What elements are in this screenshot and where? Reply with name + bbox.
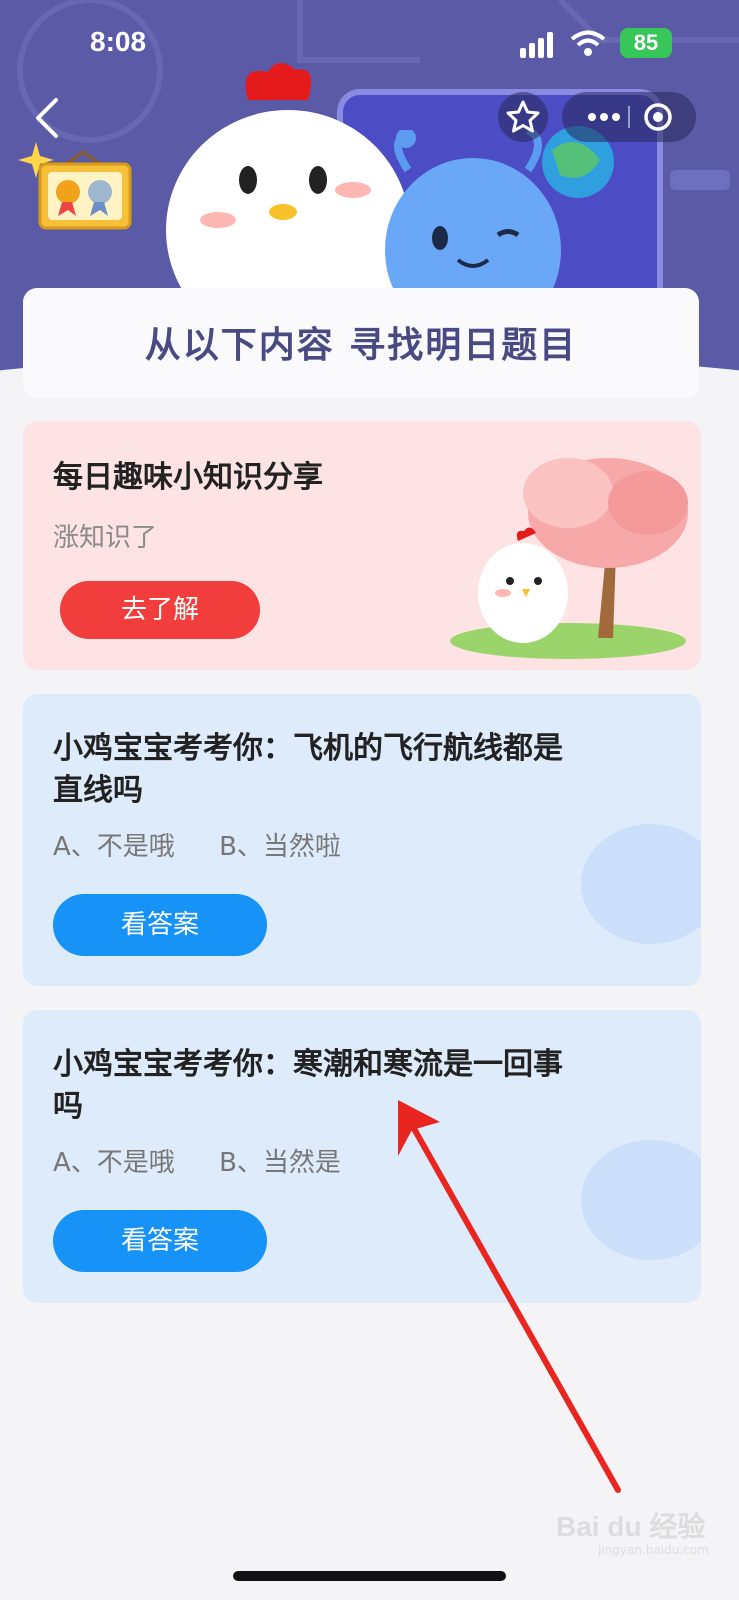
quiz-question-line2: 直线吗 <box>53 773 143 808</box>
wifi-icon <box>570 30 606 56</box>
status-time: 8:08 <box>90 26 147 57</box>
quiz-card[interactable]: 小鸡宝宝考考你：寒潮和寒流是一回事 吗 A、不是哦 B、当然是 看答案 <box>23 1010 701 1303</box>
knowledge-card[interactable]: 每日趣味小知识分享 涨知识了 去了解 <box>23 421 701 670</box>
quiz-card[interactable]: 小鸡宝宝考考你：飞机的飞行航线都是 直线吗 A、不是哦 B、当然啦 看答案 <box>23 694 701 986</box>
chat-bubble-decoration-icon <box>581 824 701 944</box>
more-options-icon[interactable] <box>570 92 630 142</box>
baidu-watermark: Bai du 经验 <box>556 1511 706 1542</box>
quiz-option-b: B、当然啦 <box>219 832 341 862</box>
quiz-option-a: A、不是哦 <box>53 832 175 862</box>
chat-bubble-decoration-icon <box>581 1140 701 1260</box>
alien-mascot-illustration <box>385 130 561 300</box>
signal-icon <box>520 32 553 58</box>
learn-more-button[interactable]: 去了解 <box>60 581 260 639</box>
quiz-question-line1: 小鸡宝宝考考你：寒潮和寒流是一回事 <box>53 1047 563 1082</box>
battery-indicator: 85 <box>620 28 672 58</box>
view-answer-button[interactable]: 看答案 <box>53 894 267 956</box>
mini-program-capsule <box>562 92 696 142</box>
favorite-button[interactable] <box>498 92 548 142</box>
capsule-divider <box>628 106 630 128</box>
quiz-options: A、不是哦 B、当然是 <box>53 1142 377 1179</box>
quiz-option-a: A、不是哦 <box>53 1148 175 1178</box>
quiz-options: A、不是哦 B、当然啦 <box>53 826 377 863</box>
star-icon <box>506 100 540 133</box>
sparkle-icon <box>18 142 54 178</box>
baidu-watermark-domain: jingyan.baidu.com <box>598 1543 709 1557</box>
status-bar: 8:08 85 <box>0 0 739 90</box>
quiz-question-line2: 吗 <box>53 1089 83 1124</box>
quiz-option-b: B、当然是 <box>219 1148 341 1178</box>
home-indicator[interactable] <box>233 1571 506 1581</box>
knowledge-subtitle: 涨知识了 <box>53 523 158 553</box>
section-banner: 从以下内容 寻找明日题目 <box>23 288 699 398</box>
back-arrow-icon[interactable] <box>30 96 66 140</box>
knowledge-title: 每日趣味小知识分享 <box>53 460 323 495</box>
chick-tree-illustration <box>450 458 688 659</box>
battery-level: 85 <box>633 30 659 55</box>
banner-title: 从以下内容 寻找明日题目 <box>144 325 578 366</box>
view-answer-button[interactable]: 看答案 <box>53 1210 267 1272</box>
close-target-icon[interactable] <box>632 92 692 142</box>
